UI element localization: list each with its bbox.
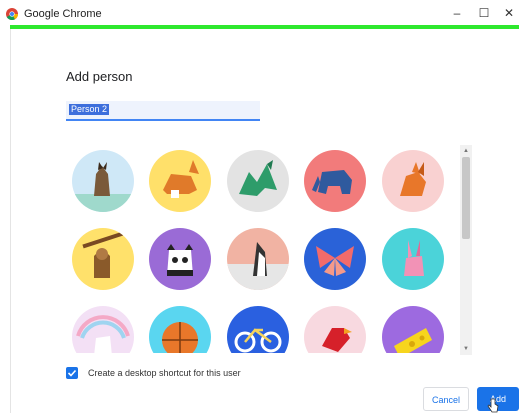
avatar-basketball[interactable] — [149, 306, 211, 353]
avatar-elephant[interactable] — [304, 150, 366, 212]
maximize-button[interactable]: ☐ — [474, 4, 494, 22]
elephant-icon — [304, 150, 366, 212]
checkmark-icon — [67, 369, 77, 377]
avatar-bird[interactable] — [304, 306, 366, 353]
bird-icon — [304, 306, 366, 353]
person-name-value[interactable]: Person 2 — [69, 104, 110, 115]
cat-icon — [72, 150, 134, 212]
avatar-dragon[interactable] — [227, 150, 289, 212]
avatar-unicorn[interactable] — [72, 306, 134, 353]
cheese-icon — [382, 306, 444, 353]
page-title: Add person — [66, 69, 133, 84]
unicorn-icon — [72, 306, 134, 353]
avatar-fox[interactable] — [382, 150, 444, 212]
window-title: Google Chrome — [24, 8, 102, 20]
avatar-monkey[interactable] — [72, 228, 134, 290]
avatar-bicycle[interactable] — [227, 306, 289, 353]
basketball-icon — [149, 306, 211, 353]
cancel-button[interactable]: Cancel — [423, 387, 469, 411]
avatar-grid — [62, 141, 457, 353]
title-bar: Google Chrome – ☐ ✕ — [0, 0, 519, 27]
close-button[interactable]: ✕ — [499, 4, 519, 22]
scroll-down-arrow-icon[interactable]: ▼ — [460, 343, 472, 355]
avatar-panda[interactable] — [149, 228, 211, 290]
avatar-cat[interactable] — [72, 150, 134, 212]
scroll-up-arrow-icon[interactable]: ▲ — [460, 145, 472, 157]
desktop-shortcut-label: Create a desktop shortcut for this user — [88, 368, 241, 378]
rabbit-icon — [382, 228, 444, 290]
avatar-penguin[interactable] — [227, 228, 289, 290]
fox-icon — [382, 150, 444, 212]
dragon-icon — [227, 150, 289, 212]
window-focus-border — [10, 25, 519, 29]
avatar-corgi[interactable] — [149, 150, 211, 212]
avatar-rabbit[interactable] — [382, 228, 444, 290]
avatar-butterfly[interactable] — [304, 228, 366, 290]
hand-cursor-icon — [487, 398, 499, 413]
penguin-icon — [227, 228, 289, 290]
butterfly-icon — [304, 228, 366, 290]
corgi-icon — [149, 150, 211, 212]
minimize-button[interactable]: – — [447, 4, 467, 22]
avatar-scrollbar[interactable]: ▲ ▼ — [460, 145, 472, 355]
desktop-shortcut-checkbox[interactable] — [66, 367, 78, 379]
scrollbar-thumb[interactable] — [462, 157, 470, 239]
panda-icon — [149, 228, 211, 290]
monkey-icon — [72, 228, 134, 290]
chrome-logo-icon — [6, 8, 18, 20]
avatar-cheese[interactable] — [382, 306, 444, 353]
bicycle-icon — [227, 306, 289, 353]
dialog-left-edge — [10, 29, 11, 413]
